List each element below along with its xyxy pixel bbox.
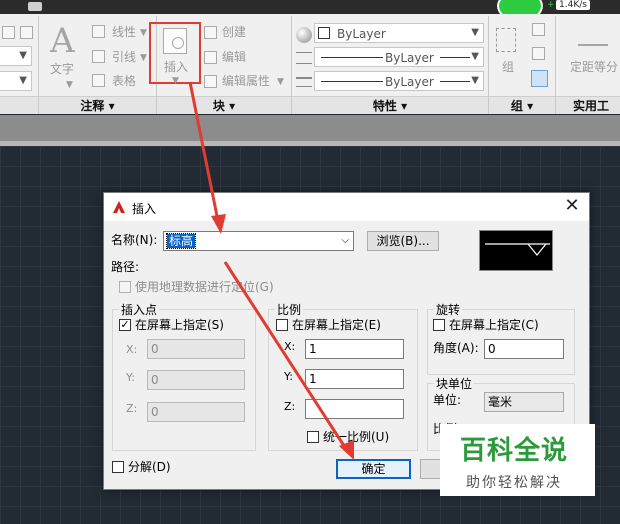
annotation-arrow-to-ok — [223, 261, 350, 453]
annotation-arrowhead — [211, 214, 226, 234]
annotation-arrows — [188, 81, 354, 460]
annotation-arrow-to-name — [188, 81, 221, 227]
